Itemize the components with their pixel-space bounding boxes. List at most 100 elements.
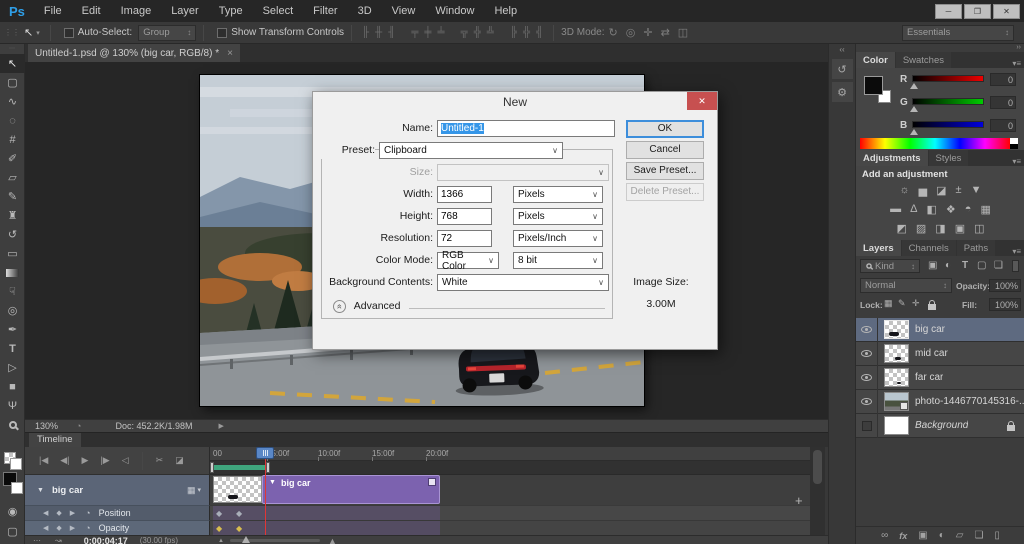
- hue-saturation-icon[interactable]: ▬: [890, 203, 901, 216]
- properties-panel-button[interactable]: ⚙: [832, 82, 853, 102]
- menu-help[interactable]: Help: [484, 5, 527, 17]
- green-slider-thumb[interactable]: [910, 106, 918, 112]
- preset-dropdown[interactable]: Clipboard∨: [379, 142, 563, 159]
- advanced-toggle[interactable]: « Advanced: [333, 300, 400, 313]
- layer-row-mid-car[interactable]: mid car: [856, 342, 1024, 366]
- clone-stamp-tool[interactable]: ♜: [0, 206, 25, 225]
- lock-position-icon[interactable]: ✛: [912, 298, 920, 309]
- color-spectrum-bar[interactable]: [860, 138, 1010, 149]
- smudge-tool[interactable]: ☟: [0, 282, 25, 301]
- visibility-toggle[interactable]: [856, 342, 878, 366]
- filter-adjustment-layers-icon[interactable]: ◐: [945, 260, 951, 271]
- align-left-edges-icon[interactable]: ╟: [359, 27, 372, 38]
- zoom-level[interactable]: 130%: [25, 421, 68, 431]
- distribute-horizontal-icon[interactable]: ╬: [520, 27, 533, 38]
- opacity-value[interactable]: 100%: [989, 279, 1021, 292]
- flip-icon[interactable]: ↝: [55, 536, 62, 544]
- color-balance-icon[interactable]: Δ: [910, 203, 917, 216]
- scrollbar-thumb[interactable]: [813, 450, 822, 484]
- go-to-first-frame-icon[interactable]: |◀: [33, 455, 54, 466]
- blue-value[interactable]: 0: [990, 119, 1016, 132]
- previous-frame-icon[interactable]: ◀|: [54, 455, 75, 466]
- add-keyframe-icon[interactable]: ◆: [52, 524, 65, 532]
- red-slider-thumb[interactable]: [910, 83, 918, 89]
- new-group-icon[interactable]: ▱: [956, 530, 964, 541]
- layer-filter-kind-dropdown[interactable]: Kind ↕: [860, 259, 920, 273]
- work-area-segment[interactable]: [213, 465, 267, 470]
- foreground-color-well[interactable]: [864, 76, 883, 95]
- collapse-dock-icon[interactable]: ‹‹: [829, 44, 855, 56]
- width-unit-dropdown[interactable]: Pixels∨: [513, 186, 603, 203]
- clip-thumbnail[interactable]: [213, 476, 262, 503]
- tab-paths[interactable]: Paths: [957, 240, 995, 256]
- video-clip-big-car[interactable]: ▼ big car: [262, 475, 440, 504]
- previous-keyframe-icon[interactable]: ◀: [39, 524, 52, 532]
- resolution-input[interactable]: 72: [437, 230, 492, 247]
- green-slider[interactable]: [912, 98, 984, 105]
- work-area-start-handle[interactable]: [210, 462, 214, 473]
- channel-mixer-icon[interactable]: ◓: [965, 203, 972, 216]
- clip-disclosure-icon[interactable]: ▼: [269, 479, 276, 486]
- add-track-button[interactable]: +: [795, 493, 803, 508]
- track-disclosure-icon[interactable]: ▼: [37, 487, 44, 494]
- zoom-in-timeline-icon[interactable]: ▲: [328, 536, 337, 544]
- type-tool[interactable]: T: [0, 339, 25, 358]
- 3d-scale-icon[interactable]: ◫: [674, 26, 692, 39]
- timeline-track-header[interactable]: ▼ big car ▦ ▾: [25, 475, 210, 505]
- filter-type-layers-icon[interactable]: T: [962, 260, 968, 271]
- rectangular-marquee-tool[interactable]: ▢: [0, 73, 25, 92]
- eyedropper-tool[interactable]: ✐: [0, 149, 25, 168]
- healing-brush-tool[interactable]: ▱: [0, 168, 25, 187]
- tab-color[interactable]: Color: [856, 52, 895, 68]
- tab-adjustments[interactable]: Adjustments: [856, 150, 928, 166]
- keyframe-diamond-yellow[interactable]: ◆: [236, 524, 242, 533]
- keyframe-diamond[interactable]: ◆: [216, 509, 222, 518]
- add-keyframe-icon[interactable]: ◆: [52, 509, 65, 517]
- timeline-zoom-slider[interactable]: [230, 539, 320, 542]
- transition-icon[interactable]: ◪: [169, 455, 190, 466]
- layer-thumbnail[interactable]: [884, 416, 909, 435]
- filter-smart-objects-icon[interactable]: ❏: [994, 260, 1003, 271]
- levels-icon[interactable]: ▅: [919, 184, 927, 197]
- red-slider[interactable]: [912, 75, 984, 82]
- blend-mode-dropdown[interactable]: Normal↕: [860, 278, 952, 293]
- spectrum-black-swatch[interactable]: [1010, 144, 1018, 149]
- panel-menu-icon[interactable]: ▾≡: [1012, 59, 1024, 68]
- height-unit-dropdown[interactable]: Pixels∨: [513, 208, 603, 225]
- layer-row-background[interactable]: Background: [856, 414, 1024, 438]
- layer-thumbnail[interactable]: [884, 320, 909, 339]
- filter-shape-layers-icon[interactable]: ▢: [977, 260, 986, 271]
- layer-name[interactable]: mid car: [915, 348, 948, 359]
- rectangle-tool[interactable]: ■: [0, 377, 25, 396]
- layer-row-far-car[interactable]: far car: [856, 366, 1024, 390]
- pen-tool[interactable]: ✒: [0, 320, 25, 339]
- menu-image[interactable]: Image: [111, 5, 162, 17]
- status-options-arrow-icon[interactable]: ▶: [219, 422, 224, 430]
- layer-name[interactable]: far car: [915, 372, 943, 383]
- playhead-line[interactable]: [265, 459, 266, 535]
- exposure-icon[interactable]: ±: [956, 184, 962, 197]
- tab-swatches[interactable]: Swatches: [896, 52, 951, 68]
- 3d-drag-icon[interactable]: ✛: [639, 26, 656, 39]
- gradient-tool[interactable]: [0, 263, 25, 282]
- timeline-ruler[interactable]: 00 05:00f 10:00f 15:00f 20:00f: [210, 447, 810, 461]
- timeline-scrollbar[interactable]: [810, 447, 825, 535]
- keyframe-diamond[interactable]: ◆: [236, 509, 242, 518]
- size-dropdown[interactable]: ∨: [437, 164, 609, 181]
- menu-window[interactable]: Window: [425, 5, 484, 17]
- lock-transparent-icon[interactable]: ▦: [884, 298, 893, 309]
- red-value[interactable]: 0: [990, 73, 1016, 86]
- mute-audio-icon[interactable]: ◁: [116, 455, 135, 466]
- stopwatch-icon[interactable]: ◔: [85, 523, 90, 533]
- align-top-edges-icon[interactable]: ╤: [408, 27, 421, 38]
- posterize-icon[interactable]: ▨: [916, 222, 926, 235]
- layer-name[interactable]: big car: [915, 324, 945, 335]
- quick-selection-tool[interactable]: ◌: [0, 111, 25, 130]
- 3d-slide-icon[interactable]: ⇄: [657, 26, 674, 39]
- next-keyframe-icon[interactable]: ▶: [66, 509, 79, 517]
- workspace-dropdown[interactable]: Essentials↕: [902, 25, 1014, 41]
- threshold-icon[interactable]: ◨: [935, 222, 945, 235]
- distribute-top-icon[interactable]: ╦: [458, 27, 471, 38]
- split-at-playhead-icon[interactable]: ✂: [150, 455, 170, 466]
- show-transform-checkbox[interactable]: [217, 28, 227, 38]
